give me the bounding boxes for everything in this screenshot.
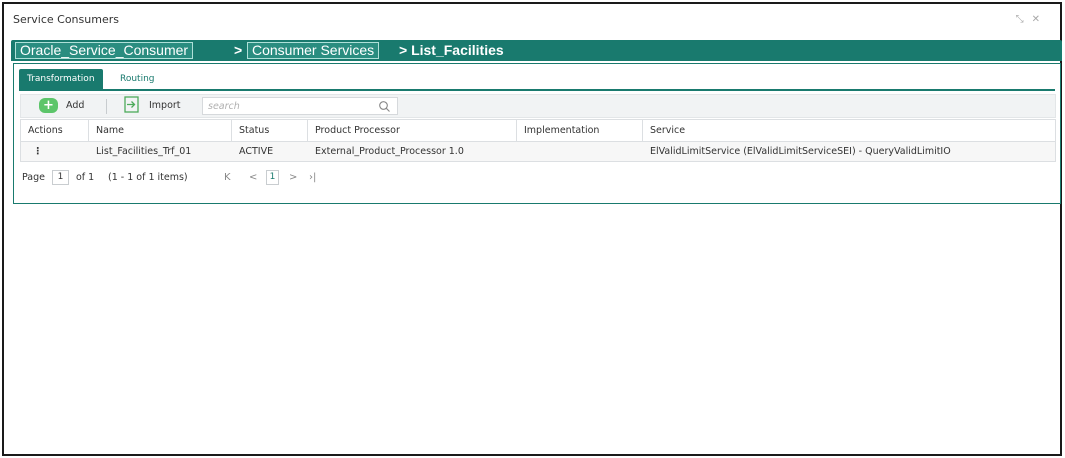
window-title: Service Consumers	[13, 13, 119, 26]
breadcrumb-item-oracle-service-consumer[interactable]: Oracle_Service_Consumer	[15, 42, 194, 59]
row-product-processor: External_Product_Processor 1.0	[315, 146, 464, 157]
breadcrumb: Oracle_Service_Consumer > Consumer Servi…	[11, 40, 1062, 61]
pager-current-page[interactable]: 1	[266, 170, 279, 185]
import-icon	[124, 96, 139, 113]
pager-page-input[interactable]: 1	[52, 170, 69, 185]
first-page-icon[interactable]: K	[224, 171, 231, 185]
last-page-icon[interactable]: ›|	[309, 171, 316, 185]
row-status: ACTIVE	[239, 146, 274, 157]
import-button-label: Import	[149, 100, 181, 111]
toolbar: + Add Import	[20, 94, 1056, 118]
tab-transformation[interactable]: Transformation	[19, 69, 103, 89]
window-controls: ⤡✕	[1016, 14, 1048, 25]
tab-routing[interactable]: Routing	[112, 69, 163, 89]
pager-page-label: Page	[22, 172, 45, 183]
row-name: List_Facilities_Trf_01	[96, 146, 192, 157]
breadcrumb-item-consumer-services[interactable]: Consumer Services	[247, 42, 380, 59]
add-icon: +	[39, 98, 58, 113]
pager-of-label: of 1	[76, 172, 95, 183]
next-page-icon[interactable]: >	[289, 171, 297, 185]
import-button[interactable]: Import	[123, 96, 187, 114]
row-implementation	[517, 142, 643, 161]
breadcrumb-separator: >	[234, 42, 243, 58]
add-button-label: Add	[66, 100, 85, 111]
column-header-actions[interactable]: Actions	[21, 120, 89, 141]
transformation-panel: Transformation Routing + Add Import sear…	[13, 63, 1061, 204]
column-header-name[interactable]: Name	[89, 120, 232, 141]
row-service: ElValidLimitService (ElValidLimitService…	[650, 146, 951, 157]
prev-page-icon[interactable]: <	[249, 171, 257, 185]
tab-underline	[19, 89, 1055, 91]
grid-header-row: Actions Name Status Product Processor Im…	[20, 119, 1056, 142]
window-titlebar: Service Consumers ⤡✕	[4, 4, 1060, 38]
column-header-product-processor[interactable]: Product Processor	[308, 120, 517, 141]
search-box	[202, 97, 398, 115]
service-consumers-window: Service Consumers ⤡✕ Oracle_Service_Cons…	[2, 2, 1062, 456]
search-icon[interactable]	[378, 100, 391, 113]
search-input[interactable]	[208, 99, 368, 113]
add-button[interactable]: + Add	[39, 98, 89, 114]
column-header-service[interactable]: Service	[643, 120, 1055, 141]
column-header-implementation[interactable]: Implementation	[517, 120, 643, 141]
pagination: Page 1 of 1 (1 - 1 of 1 items) K < 1 > ›…	[20, 167, 1056, 189]
pager-items-label: (1 - 1 of 1 items)	[108, 172, 188, 183]
breadcrumb-current: > List_Facilities	[399, 42, 504, 58]
row-actions-kebab-icon[interactable]: ⋮	[21, 142, 89, 161]
column-header-status[interactable]: Status	[232, 120, 308, 141]
restore-icon[interactable]: ⤡	[1016, 14, 1032, 25]
toolbar-divider	[106, 99, 107, 114]
table-row[interactable]: ⋮ List_Facilities_Trf_01 ACTIVE External…	[20, 142, 1056, 162]
close-icon[interactable]: ✕	[1032, 14, 1048, 25]
